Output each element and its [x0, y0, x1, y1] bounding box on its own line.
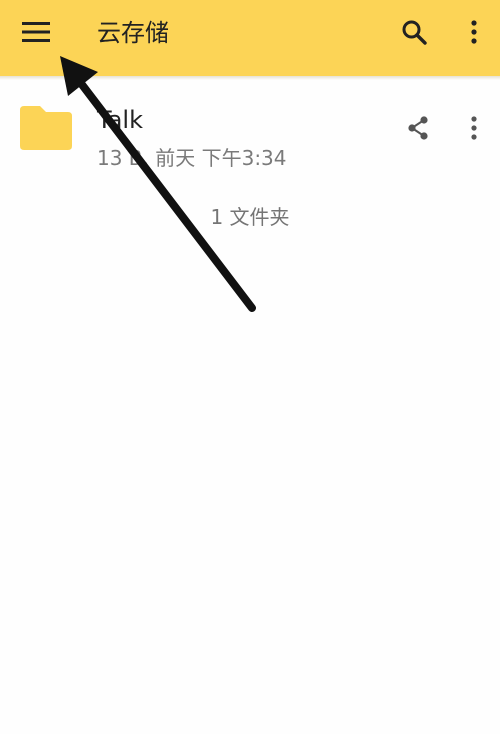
search-icon — [402, 20, 427, 45]
share-icon — [408, 116, 428, 140]
app-bar-shadow — [0, 76, 500, 80]
folder-icon — [20, 106, 72, 150]
search-button[interactable] — [392, 12, 436, 52]
hamburger-menu-icon — [22, 22, 50, 42]
file-more-options-button[interactable] — [456, 110, 492, 146]
app-bar: 云存储 — [0, 0, 500, 76]
file-name: Talk — [97, 106, 143, 134]
more-vert-icon — [471, 20, 477, 44]
page-title: 云存储 — [97, 19, 169, 47]
menu-button[interactable] — [12, 12, 60, 52]
file-list-item[interactable]: Talk 13 B, 前天 下午3:34 — [0, 92, 500, 176]
folder-count: 1 文件夹 — [210, 205, 290, 229]
more-options-button[interactable] — [456, 12, 492, 52]
file-meta: 13 B, 前天 下午3:34 — [97, 146, 287, 170]
more-vert-icon — [471, 116, 477, 140]
share-button[interactable] — [400, 110, 436, 146]
